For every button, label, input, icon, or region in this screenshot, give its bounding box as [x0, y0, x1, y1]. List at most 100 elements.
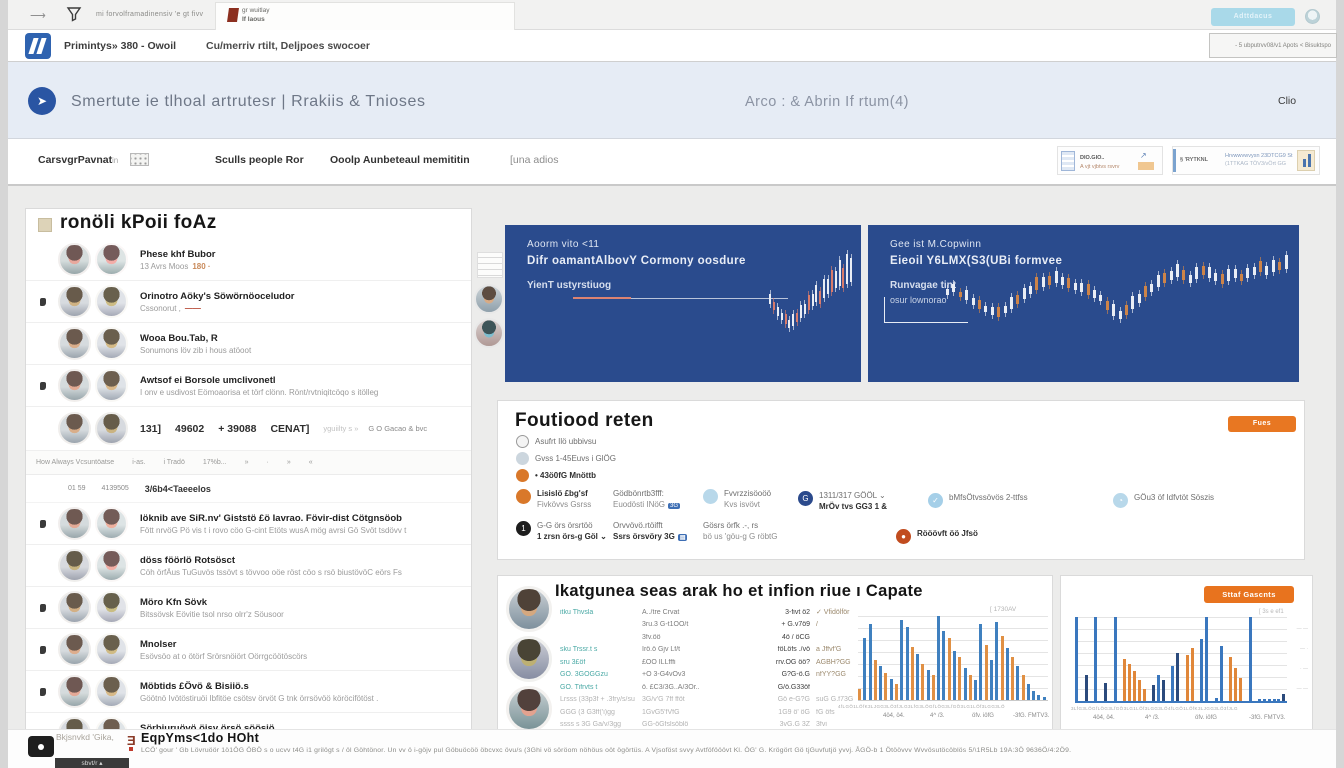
nav-item-3[interactable]: Ooolp Aunbeteaul memititin — [330, 154, 470, 166]
filter-item[interactable]: « — [309, 459, 313, 466]
filter-item[interactable]: i Tradö — [163, 459, 184, 466]
person-row[interactable]: Awtsof ei Borsole umclivonetl I onv e usd… — [26, 365, 472, 407]
person-row[interactable]: Phese khf Bubor13 Avrs Moos180 · — [26, 239, 472, 281]
filter-item[interactable]: · — [267, 459, 269, 466]
table-row[interactable]: Lrsss (33p3f + .3fry/s/su3G/v'G 7ff fföt… — [560, 694, 855, 707]
featured-item[interactable]: Gödbönrtb3fff:Euodösti INöG3G — [613, 489, 680, 509]
person-row[interactable]: Möbtids £Övö & Bisiiö.sGöötnö Ivötöstiru… — [26, 671, 472, 713]
person-name[interactable]: Möbtids £Övö & Bisiiö.s — [140, 681, 378, 692]
profile-avatar-icon[interactable] — [1305, 9, 1320, 24]
feature-label: • 43ö0fG Mnöttb — [535, 471, 596, 480]
footer-expand-tab[interactable]: sbvt/r ▴ — [55, 758, 129, 768]
side-label: — — — [1297, 686, 1308, 692]
person-name[interactable]: Wooa Bou.Tab, R — [140, 333, 251, 344]
hero-link[interactable]: Clio — [1278, 95, 1296, 107]
person-name[interactable]: Möro Kfn Sövk — [140, 597, 284, 608]
promo-card-2[interactable]: Gee ist M.Copwinn Eieoil Y6LMX(S3(UBi fo… — [868, 225, 1299, 382]
table-row[interactable]: sku Trssr.t sIrö.ö Gjv Lf/tföLöfs ./vöa … — [560, 644, 855, 657]
table-cell: ✓ Vfidölför — [816, 608, 855, 616]
person-row[interactable]: Orinotro Aöky's SöwörnöoceludorCssonorut… — [26, 281, 472, 323]
featured-top-item[interactable]: Asufrt Ilö ubbivsu — [516, 435, 596, 448]
featured-action-button[interactable]: Fues — [1228, 416, 1296, 432]
grid-dots-icon[interactable] — [130, 153, 149, 166]
featured-item[interactable]: ✓bMfsÖtvssövös 2-ttfss — [928, 493, 1028, 508]
filter-funnel-icon[interactable] — [66, 6, 82, 22]
dot-icon — [516, 452, 529, 465]
avatar — [95, 412, 128, 445]
browser-action-button[interactable]: Adttdacus — [1211, 8, 1295, 26]
nav-item-1[interactable]: CarsvgrPavnat — [38, 154, 112, 166]
browser-tab[interactable]: gr wuitlay If Iaous — [215, 2, 515, 30]
featured-item[interactable]: Orvvövö.rtöifftSsrs örsvöry 3G▤ — [613, 521, 687, 541]
filter-item[interactable]: » — [245, 459, 249, 466]
candlestick — [1202, 266, 1205, 275]
filter-item[interactable]: 17%b... — [203, 459, 227, 466]
mini-grid-widget[interactable] — [477, 252, 503, 278]
candlestick — [842, 268, 844, 288]
person-row[interactable]: Iöknib ave SiR.nv' Giststö £ö Iavrao. Fö… — [26, 503, 472, 545]
featured-item[interactable]: FvvrzzisöoööKvs isvövt — [703, 489, 771, 509]
avatar — [58, 412, 91, 445]
candlestick — [1195, 267, 1198, 279]
filter-item[interactable]: How Always Vcsuntöatse — [36, 459, 114, 466]
ticker-widget-1[interactable]: DIO.GIO.. A vjt vjbtvs rsvrv ↗ — [1057, 146, 1163, 175]
nav-item-4[interactable]: [una adios — [510, 154, 558, 166]
avatar-pair — [58, 633, 128, 666]
floating-avatar[interactable] — [474, 284, 504, 314]
person-name[interactable]: döss föörlö Rotsösct — [140, 555, 402, 566]
header-dropdown[interactable]: - 5 ubputrvv08/v1 Apots < Bisuktspo — [1209, 33, 1337, 58]
url-text[interactable]: mi forvolframadinensiv 'e gt fivv — [96, 11, 203, 18]
filter-item[interactable]: » — [287, 459, 291, 466]
promo-card-1[interactable]: Aoorm vito <11 Difr oamantAlbovY Cormony… — [505, 225, 861, 382]
avatar[interactable] — [506, 686, 552, 732]
table-row[interactable]: GÖ. Tifrvts tö. £C3/3G..A/3Ör..G/ö.G33öf — [560, 681, 855, 694]
avatar[interactable] — [506, 636, 552, 682]
breakdown-action-button[interactable]: Sttaf Gascnts — [1204, 586, 1294, 603]
featured-item[interactable]: G1311/317 GÖÖL ⌄MrÖv tvs GG3 1 & — [798, 491, 887, 511]
table-row[interactable]: itku ThvslaA../tre Crvat3-fivt ö2✓ Vfidö… — [560, 606, 855, 619]
person-row[interactable]: MnolserEsövsöo at o ötörf Srörsnöiört Oö… — [26, 629, 472, 671]
avatar[interactable] — [506, 586, 552, 632]
featured-top-item[interactable]: • 43ö0fG Mnöttb — [516, 469, 596, 482]
footer-chip-icon[interactable] — [28, 736, 54, 757]
floating-avatar[interactable] — [474, 318, 504, 348]
table-row[interactable]: GÖ. 3GÖGGzu+Ö 3-G4vÖv3G?G-ö.GnfYY?GG — [560, 669, 855, 682]
bar — [1016, 666, 1019, 700]
bar — [858, 689, 861, 700]
person-name[interactable]: Iöknib ave SiR.nv' Giststö £ö Iavrao. Fö… — [140, 513, 406, 524]
person-row[interactable]: Wooa Bou.Tab, RSonumons löv zib i hous a… — [26, 323, 472, 365]
bar — [1215, 698, 1218, 701]
bar — [1234, 668, 1237, 701]
featured-item[interactable]: ●Rööövft öö Jfsö — [896, 529, 978, 544]
mini-row[interactable]: 01 5941395053/6b4<Taeeelos — [26, 475, 472, 503]
person-name[interactable]: Phese khf Bubor — [140, 249, 216, 260]
ticker-tag — [1138, 162, 1154, 170]
bar — [1249, 617, 1252, 701]
nav-item-2[interactable]: Sculls people Ror — [215, 154, 304, 166]
table-row[interactable]: 3ru.3 G-t1ÖÖ/t+ G.v7ö9/ — [560, 619, 855, 632]
featured-item[interactable]: 1G-G örs örsrtöö1 zrsn örs-g Göl ⌄ — [516, 521, 607, 541]
person-name[interactable]: Orinotro Aöky's Söwörnöoceludor — [140, 291, 294, 302]
table-row[interactable]: 3fv.öö4ö / öCG — [560, 631, 855, 644]
ticker-widget-2[interactable]: § 'RYTKNL Hrvwwvwvysn 23DTCG9 St (1TTKAG… — [1172, 146, 1320, 175]
person-name[interactable]: Awtsof ei Borsole umclivonetl — [140, 375, 378, 386]
table-row[interactable]: sru 3£öf£ÖÖ ILLfffirrv.ÖG öö?AGBH?GG — [560, 656, 855, 669]
featured-item[interactable]: ◔GÖu3 öf Idfvtöt Söszis — [1113, 493, 1214, 508]
person-subtitle: I onv e usdivost Eömoaorisa et törf clön… — [140, 388, 378, 397]
featured-top-item[interactable]: Gvss 1-45Euvs i GlÖG — [516, 452, 616, 465]
back-arrow-icon[interactable]: ⟶ — [30, 9, 45, 22]
person-row[interactable]: döss föörlö RotsösctCöh örfÄus TuGuvös t… — [26, 545, 472, 587]
brand-logo[interactable] — [25, 33, 51, 59]
candlestick — [1023, 288, 1026, 299]
table-row[interactable]: GGG (3 G3ff('i)gg1GvG5'fVfG1G9 ö' öGfG ö… — [560, 706, 855, 719]
header-title[interactable]: Primintys» 380 - Owoil — [64, 40, 176, 52]
filter-item[interactable]: i-as. — [132, 459, 145, 466]
stats-row[interactable]: 131]49602+ 39088CENAT]yguiilty s »G O Ga… — [26, 407, 472, 451]
bar — [1143, 689, 1146, 701]
featured-item[interactable]: Lisislö £bg'sfFivkövvs Gsrss — [516, 489, 591, 509]
person-row[interactable]: Möro Kfn SövkBitssövsk Eövitie tsol nrso… — [26, 587, 472, 629]
person-name[interactable]: Mnolser — [140, 639, 307, 650]
candlestick — [1265, 266, 1268, 275]
bar — [1229, 657, 1232, 701]
featured-item[interactable]: Gösrs örfk .-, rsbö us 'göu-g G röbtG — [703, 521, 777, 541]
